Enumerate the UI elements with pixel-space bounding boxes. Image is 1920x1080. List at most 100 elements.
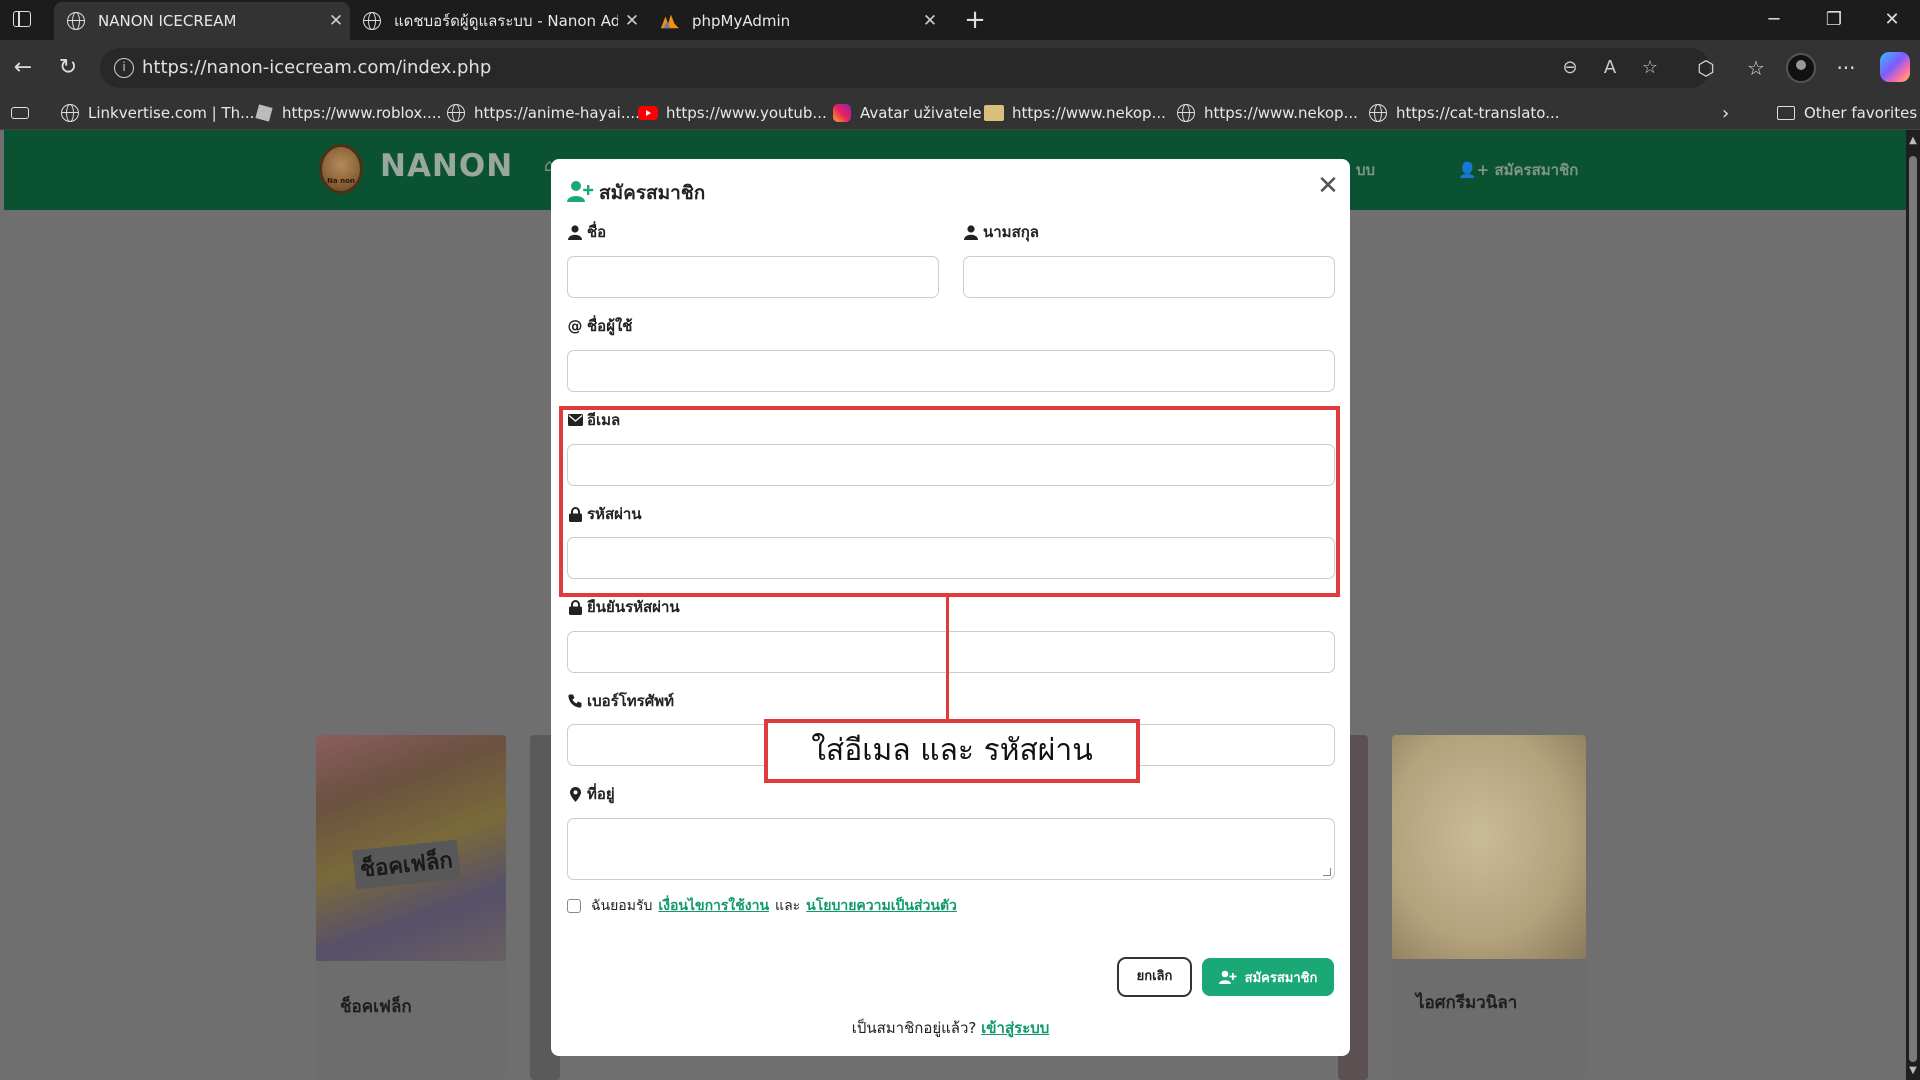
nav-login-link[interactable]: บบ — [1356, 158, 1375, 182]
new-tab-button[interactable]: + — [962, 5, 988, 35]
youtube-icon — [638, 103, 658, 123]
favorites-icon[interactable]: ☆ — [1742, 54, 1770, 82]
user-plus-icon — [567, 179, 595, 203]
terms-row: ฉันยอมรับ เงื่อนไขการใช้งาน และ นโยบายคว… — [567, 895, 957, 917]
tab-label: NANON ICECREAM — [98, 12, 237, 30]
product-image — [1392, 735, 1586, 959]
site-info-icon[interactable]: i — [114, 58, 134, 78]
terms-checkbox[interactable] — [567, 899, 581, 913]
annotation-callout: ใส่อีเมล และ รหัสผ่าน — [764, 719, 1140, 783]
login-link[interactable]: เข้าสู่ระบบ — [981, 1019, 1049, 1037]
lock-icon — [567, 599, 583, 615]
package-label: ช็อคเฟล็ก — [352, 839, 461, 890]
address-bar[interactable]: i https://nanon-icecream.com/index.php ⊖… — [100, 48, 1710, 88]
page-scrollbar[interactable]: ▲ ▼ — [1906, 130, 1920, 1080]
site-logo[interactable]: Na non — [319, 144, 363, 194]
last-name-input[interactable] — [963, 256, 1335, 298]
product-card[interactable]: ช็อคเฟล็ก ช็อคเฟล็ก — [316, 735, 506, 1080]
phone-label: เบอร์โทรศัพท์ — [567, 689, 674, 713]
globe-icon — [66, 11, 86, 31]
scroll-down-arrow-icon[interactable]: ▼ — [1908, 1066, 1918, 1076]
address-textarea[interactable] — [567, 818, 1335, 880]
back-button[interactable]: ← — [9, 54, 37, 82]
profile-avatar[interactable] — [1786, 53, 1816, 83]
globe-icon — [1176, 103, 1196, 123]
product-image: ช็อคเฟล็ก — [316, 735, 506, 961]
globe-icon — [1368, 103, 1388, 123]
phone-icon — [567, 693, 583, 709]
other-favorites-folder[interactable]: Other favorites — [1776, 102, 1917, 124]
more-menu-icon[interactable]: ··· — [1832, 54, 1860, 82]
globe-icon — [446, 103, 466, 123]
scroll-thumb[interactable] — [1909, 156, 1917, 1062]
map-pin-icon — [567, 786, 583, 802]
first-name-label: ชื่อ — [567, 220, 606, 244]
close-tab-icon[interactable]: ✕ — [322, 11, 350, 31]
nav-register-link[interactable]: 👤+ สมัครสมาชิก — [1458, 158, 1578, 182]
globe-icon — [362, 11, 382, 31]
browser-tab-bar: NANON ICECREAM ✕ แดชบอร์ดผู้ดูแลระบบ - N… — [0, 0, 1920, 40]
folder-icon — [1776, 103, 1796, 123]
terms-of-use-link[interactable]: เงื่อนไขการใช้งาน — [658, 895, 769, 917]
tab-nanon-icecream[interactable]: NANON ICECREAM ✕ — [54, 2, 350, 40]
tab-label: แดชบอร์ดผู้ดูแลระบบ - Nanon Admin — [394, 12, 618, 30]
phpmyadmin-icon — [660, 11, 680, 31]
favorite-linkvertise[interactable]: Linkvertise.com | Th... — [60, 102, 254, 124]
favorite-youtube[interactable]: https://www.youtub... — [638, 102, 827, 124]
already-member-row: เป็นสมาชิกอยู่แล้ว? เข้าสู่ระบบ — [851, 1019, 1050, 1037]
globe-icon — [60, 103, 80, 123]
copilot-icon[interactable] — [1880, 52, 1910, 82]
user-icon — [567, 224, 583, 240]
close-icon[interactable]: ✕ — [1315, 173, 1341, 199]
annotation-connector-line — [946, 597, 949, 719]
refresh-button[interactable]: ↻ — [54, 54, 82, 82]
username-input[interactable] — [567, 350, 1335, 392]
favorite-star-icon[interactable]: ☆ — [1638, 56, 1662, 80]
register-modal: สมัครสมาชิก ✕ ชื่อ นามสกุล @ ชื่อผู้ใช้ … — [551, 159, 1350, 1056]
tab-phpmyadmin[interactable]: phpMyAdmin ✕ — [648, 2, 944, 40]
extensions-icon[interactable]: ⬡ — [1692, 54, 1720, 82]
address-toolbar: ← ↻ i https://nanon-icecream.com/index.p… — [0, 40, 1920, 96]
scroll-up-arrow-icon[interactable]: ▲ — [1908, 136, 1918, 146]
favorite-avatar[interactable]: Avatar uživatele — [832, 102, 982, 124]
reading-list-icon[interactable] — [10, 102, 38, 124]
restore-button[interactable]: ❐ — [1814, 5, 1854, 35]
favorite-roblox[interactable]: https://www.roblox.... — [254, 102, 441, 124]
at-sign-icon: @ — [567, 317, 583, 335]
user-icon — [963, 224, 979, 240]
confirm-password-input[interactable] — [567, 631, 1335, 673]
modal-title: สมัครสมาชิก — [599, 182, 706, 204]
product-name: ไอศกรีมวนิลา — [1416, 993, 1518, 1013]
favorite-nekopoi-2[interactable]: https://www.nekop... — [1176, 102, 1358, 124]
product-name: ช็อคเฟล็ก — [340, 997, 412, 1017]
tab-admin-dashboard[interactable]: แดชบอร์ดผู้ดูแลระบบ - Nanon Admin ✕ — [350, 2, 646, 40]
favorites-overflow-chevron-icon[interactable]: › — [1722, 102, 1729, 124]
register-button[interactable]: สมัครสมาชิก — [1202, 958, 1334, 996]
instagram-icon — [832, 103, 852, 123]
minimize-button[interactable]: ─ — [1754, 5, 1794, 35]
read-aloud-icon[interactable]: A — [1598, 56, 1622, 80]
first-name-input[interactable] — [567, 256, 939, 298]
tab-label: phpMyAdmin — [692, 12, 791, 30]
site-brand[interactable]: NANON — [380, 148, 513, 184]
folder-cat-icon — [984, 103, 1004, 123]
product-card[interactable]: ไอศกรีมวนิลา — [1392, 735, 1586, 1080]
confirm-password-label: ยืนยันรหัสผ่าน — [567, 595, 680, 619]
url-text[interactable]: https://nanon-icecream.com/index.php — [142, 57, 491, 78]
address-label: ที่อยู่ — [567, 782, 615, 806]
zoom-out-icon[interactable]: ⊖ — [1558, 56, 1582, 80]
close-window-button[interactable]: ✕ — [1872, 5, 1912, 35]
privacy-policy-link[interactable]: นโยบายความเป็นส่วนตัว — [806, 895, 957, 917]
favorites-bar: Linkvertise.com | Th... https://www.robl… — [0, 96, 1920, 130]
cancel-button[interactable]: ยกเลิก — [1117, 957, 1192, 997]
tab-actions-icon[interactable] — [13, 11, 31, 27]
user-plus-icon — [1218, 970, 1237, 984]
close-tab-icon[interactable]: ✕ — [916, 11, 944, 31]
favorite-cat-translator[interactable]: https://cat-translato... — [1368, 102, 1560, 124]
last-name-label: นามสกุล — [963, 220, 1039, 244]
close-tab-icon[interactable]: ✕ — [618, 11, 646, 31]
favorite-anime-hayai[interactable]: https://anime-hayai.... — [446, 102, 640, 124]
roblox-icon — [254, 103, 274, 123]
favorite-nekopoi-1[interactable]: https://www.nekop... — [984, 102, 1166, 124]
annotation-highlight-box — [559, 406, 1340, 597]
